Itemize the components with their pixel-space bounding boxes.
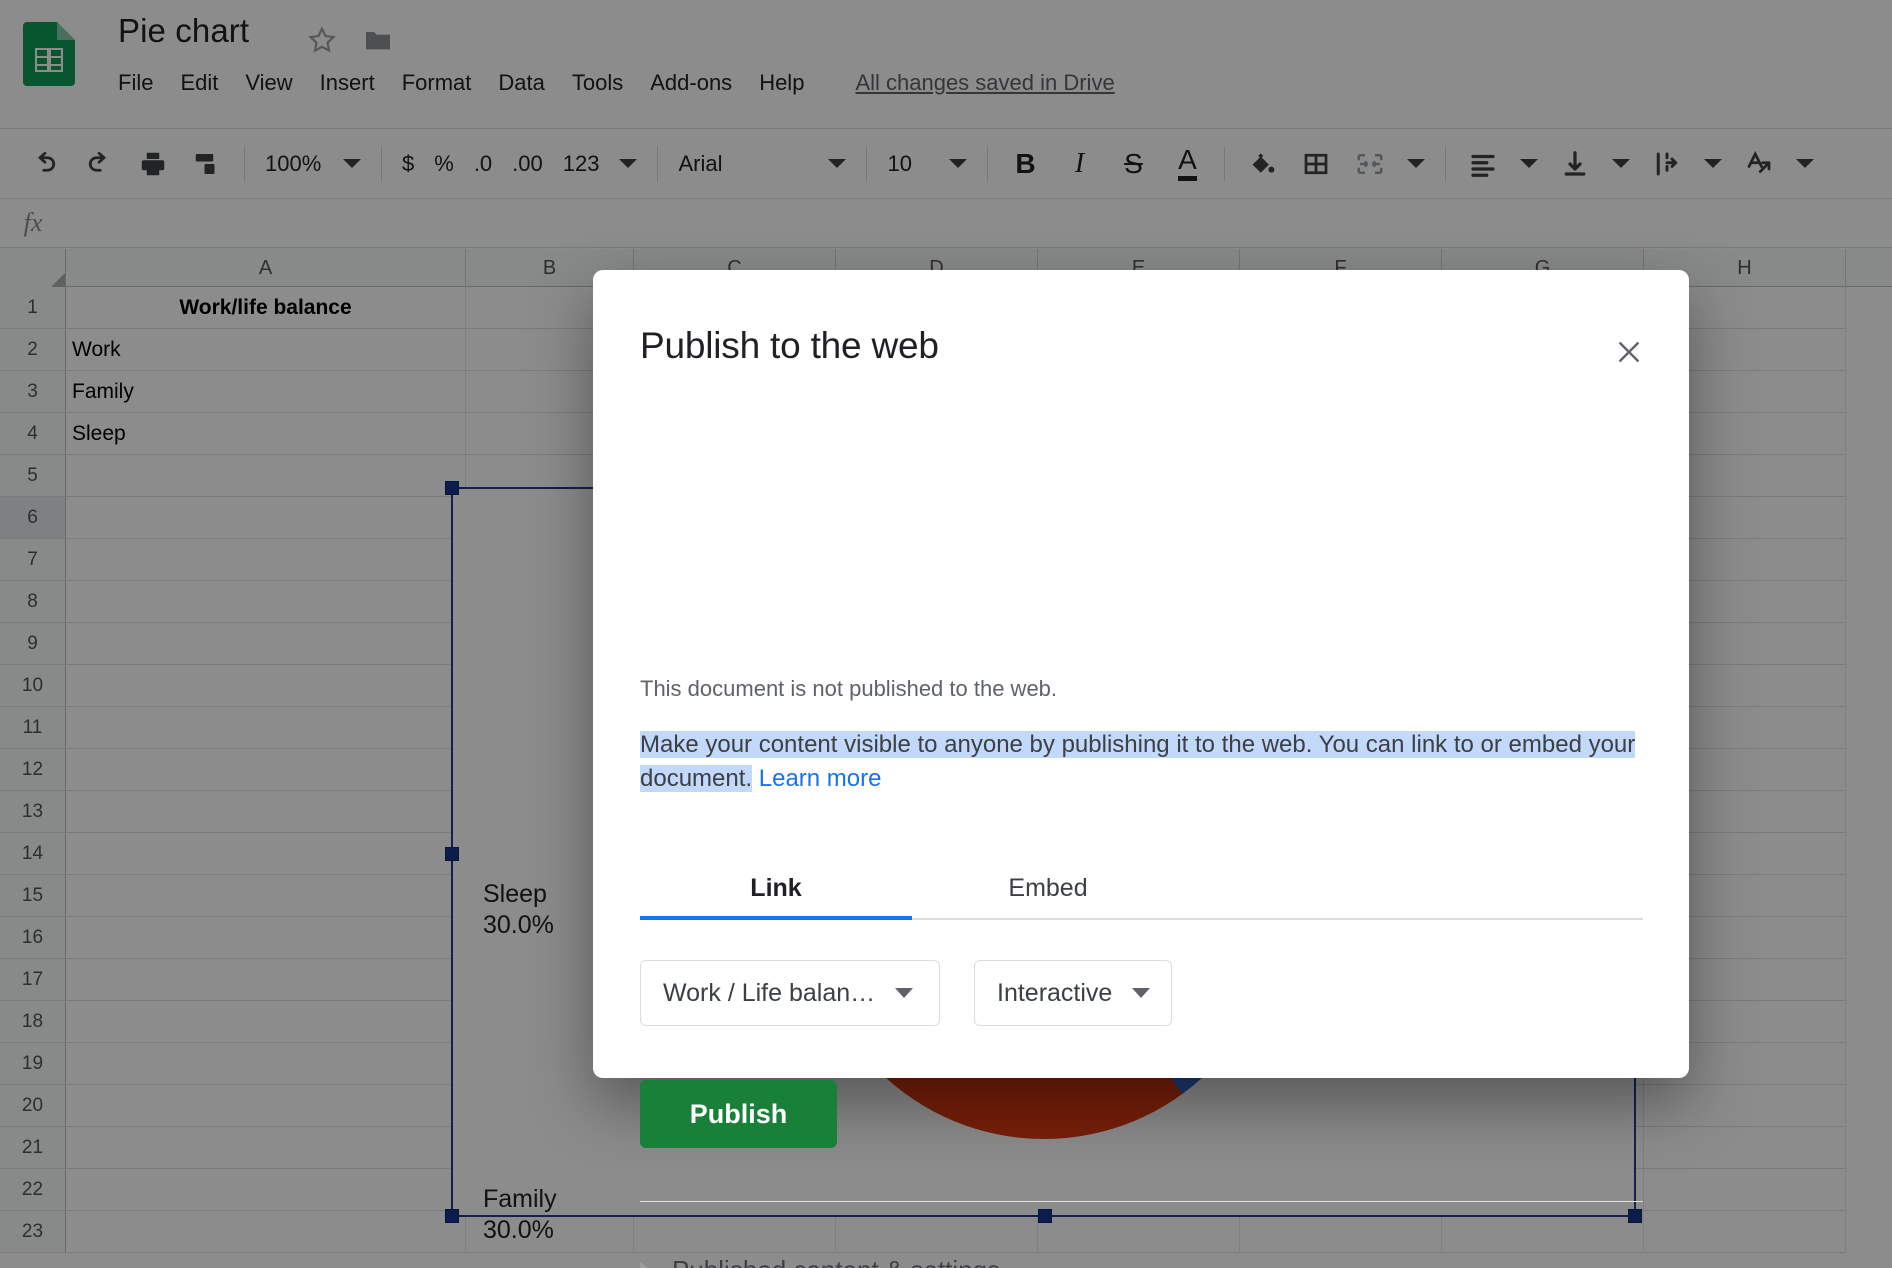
dialog-divider <box>640 1201 1643 1202</box>
chevron-down-icon <box>1132 988 1151 998</box>
mode-select-value: Interactive <box>997 978 1113 1007</box>
source-select[interactable]: Work / Life balan… <box>640 960 940 1026</box>
source-select-value: Work / Life balan… <box>663 978 876 1007</box>
google-sheets-window: Pie chart File Edit View Insert Format D… <box>0 0 1892 1268</box>
chevron-down-icon <box>895 988 914 998</box>
mode-select[interactable]: Interactive <box>974 960 1172 1026</box>
tab-link[interactable]: Link <box>640 862 912 914</box>
learn-more-link[interactable]: Learn more <box>759 765 882 792</box>
published-content-settings-disclosure[interactable]: Published content & settings <box>640 1255 1000 1268</box>
dialog-tabs: Link Embed <box>640 862 1643 920</box>
dialog-description: Make your content visible to anyone by p… <box>640 728 1643 796</box>
publish-to-web-dialog: Publish to the web This document is not … <box>593 270 1689 1268</box>
publish-options: Work / Life balan… Interactive <box>640 960 1172 1026</box>
publish-status-text: This document is not published to the we… <box>640 676 1058 701</box>
chevron-right-icon <box>640 1261 652 1268</box>
close-icon[interactable] <box>1609 332 1649 372</box>
dialog-title: Publish to the web <box>640 325 939 366</box>
tab-active-indicator <box>640 916 912 920</box>
published-content-settings-label: Published content & settings <box>672 1255 1000 1268</box>
publish-button[interactable]: Publish <box>640 1080 837 1148</box>
tab-embed[interactable]: Embed <box>912 862 1184 914</box>
